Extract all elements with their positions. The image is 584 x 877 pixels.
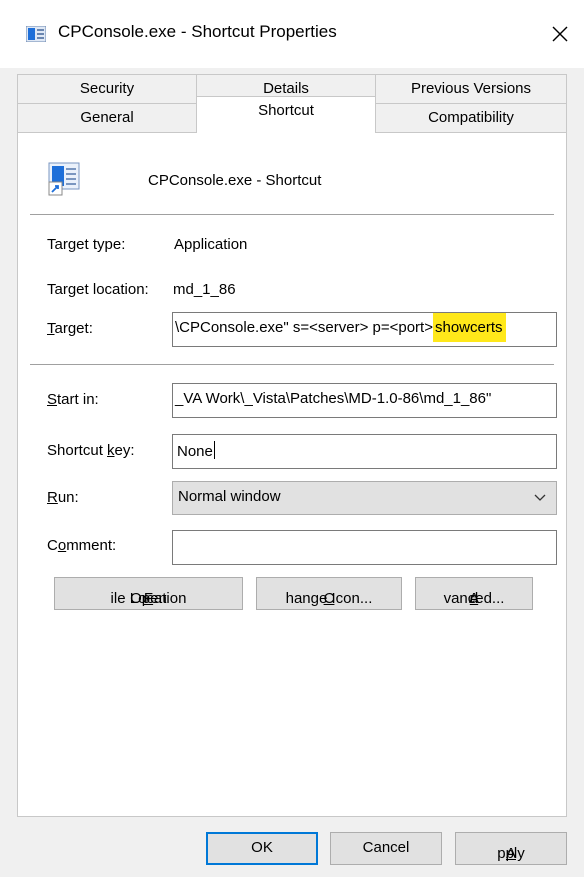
start-in-input[interactable]: _VA Work\_Vista\Patches\MD-1.0-86\md_1_8… xyxy=(172,383,557,418)
target-label: Target: xyxy=(47,320,93,337)
label-part: un: xyxy=(57,489,79,506)
target-type-label: Target type: xyxy=(47,236,126,253)
chevron-down-icon xyxy=(534,494,546,501)
open-file-location-button[interactable]: Open File Location xyxy=(54,577,243,610)
label-accesskey: k xyxy=(107,442,115,459)
separator xyxy=(30,364,554,365)
shortcut-key-input[interactable]: None xyxy=(172,434,557,469)
run-select[interactable]: Normal window xyxy=(172,481,557,515)
comment-input[interactable] xyxy=(172,530,557,565)
change-icon-button[interactable]: Change Icon... xyxy=(256,577,402,610)
text-caret xyxy=(213,441,215,459)
apply-button[interactable]: Apply xyxy=(455,832,567,865)
label-accesskey: S xyxy=(47,391,58,408)
label-part: vanced... xyxy=(443,590,505,607)
properties-dialog: CPConsole.exe - Shortcut Properties Secu… xyxy=(0,0,584,877)
target-input-value: \CPConsole.exe" s=<server> p=<port> showc… xyxy=(175,313,506,342)
shortcut-key-label: Shortcut key: xyxy=(47,442,135,459)
cancel-button[interactable]: Cancel xyxy=(330,832,442,865)
run-label: Run: xyxy=(47,489,79,506)
label-part: ile Location xyxy=(110,590,187,607)
shortcut-key-value-wrap: None xyxy=(177,441,215,460)
target-input[interactable]: \CPConsole.exe" s=<server> p=<port> showc… xyxy=(172,312,557,347)
label-part: tart in: xyxy=(57,391,99,408)
label-part: ey: xyxy=(114,442,135,459)
panel-content: CPConsole.exe - Shortcut Target type: Ap… xyxy=(0,0,584,877)
shortcut-file-icon xyxy=(48,162,80,196)
button-label: Cancel xyxy=(362,839,410,856)
target-text: \CPConsole.exe" s=<server> p=<port> xyxy=(175,319,433,336)
label-part: pply xyxy=(497,845,525,862)
label-part: Shortcut xyxy=(47,442,108,459)
shortcut-name: CPConsole.exe - Shortcut xyxy=(148,172,322,189)
label-accesskey: T xyxy=(47,320,55,337)
run-select-value: Normal window xyxy=(178,488,281,505)
shortcut-key-value: None xyxy=(177,443,213,460)
ok-button[interactable]: OK xyxy=(206,832,318,865)
label-part: hange Icon... xyxy=(285,590,373,607)
comment-label: Comment: xyxy=(47,537,116,554)
label-part: C xyxy=(47,537,58,554)
start-in-label: Start in: xyxy=(47,391,99,408)
target-highlighted-text: showcerts xyxy=(432,313,506,342)
target-location-value: md_1_86 xyxy=(173,281,236,298)
target-type-value: Application xyxy=(174,236,248,253)
label-accesskey: R xyxy=(47,489,58,506)
label-part: mment: xyxy=(66,537,117,554)
button-label: OK xyxy=(251,839,273,856)
start-in-value: _VA Work\_Vista\Patches\MD-1.0-86\md_1_8… xyxy=(175,390,492,407)
label-part: arget: xyxy=(54,320,93,337)
target-location-label: Target location: xyxy=(47,281,149,298)
label-accesskey: o xyxy=(57,537,67,554)
separator xyxy=(30,214,554,215)
advanced-button[interactable]: Ad vanced... xyxy=(415,577,533,610)
